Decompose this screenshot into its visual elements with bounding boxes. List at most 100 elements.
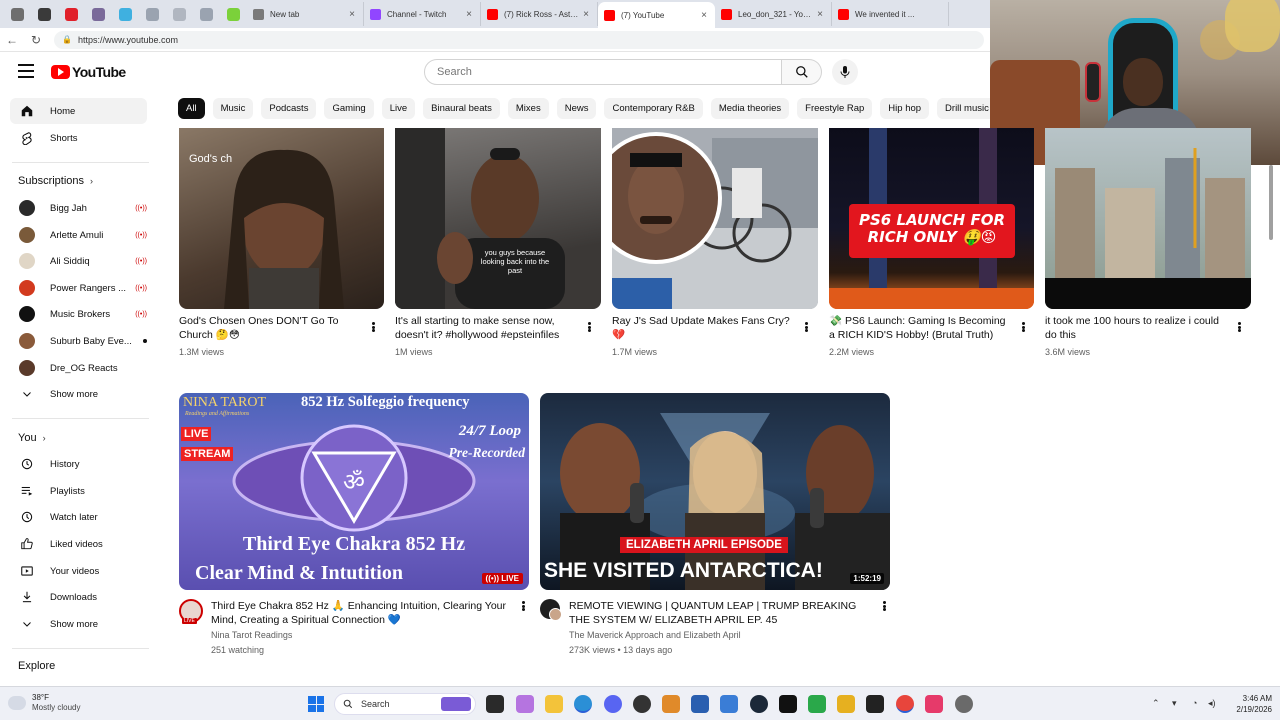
more-options-icon[interactable] [1019,320,1027,334]
chip-hip-hop[interactable]: Hip hop [880,98,930,119]
close-icon[interactable]: × [581,9,591,20]
video-thumbnail[interactable]: ELIZABETH APRIL EPISODE SHE VISITED ANTA… [540,393,890,590]
browser-tab[interactable]: Leo_don_321 - YouTub...× [715,2,832,26]
more-options-icon[interactable] [519,599,527,613]
chip-mixes[interactable]: Mixes [507,98,549,119]
more-options-icon[interactable] [369,320,377,334]
scrollbar-thumb[interactable] [1269,165,1273,240]
video-card[interactable]: it took me 100 hours to realize i could … [1045,128,1251,358]
browser-tab-active[interactable]: (7) YouTube × [598,2,715,28]
you-heading[interactable]: You › [18,432,46,444]
chip-music[interactable]: Music [212,98,254,119]
close-icon[interactable]: × [815,9,825,20]
settings-icon[interactable] [955,695,973,713]
video-thumbnail[interactable]: PS6 LAUNCH FOR RICH ONLY 🤑😡 [829,128,1034,309]
app-icon[interactable] [837,695,855,713]
app-icon[interactable] [925,695,943,713]
chip-media-theories[interactable]: Media theories [710,98,790,119]
pinned-tab[interactable] [139,3,166,25]
url-field[interactable]: 🔒 https://www.youtube.com [54,30,984,49]
search-button[interactable] [782,59,822,85]
reload-icon[interactable]: ↻ [24,33,48,47]
video-card[interactable]: you guys because looking back into the p… [395,128,601,358]
close-icon[interactable]: × [699,10,709,21]
volume-icon[interactable]: ◂) [1208,698,1216,709]
start-button[interactable] [308,696,324,712]
video-title[interactable]: It's all starting to make sense now, doe… [395,314,580,344]
video-title[interactable]: it took me 100 hours to realize i could … [1045,314,1230,344]
video-thumbnail[interactable]: God's ch [179,128,384,309]
edge-icon[interactable] [574,695,592,713]
youtube-logo[interactable]: YouTube [51,64,126,80]
sidebar-item-history[interactable]: History [10,451,147,477]
sidebar-show-more[interactable]: Show more [10,381,147,407]
chip-contemporary-rnb[interactable]: Contemporary R&B [604,98,703,119]
sidebar-item-subscription[interactable]: Arlette Amuli ((•)) [10,222,147,248]
chrome-icon[interactable] [896,695,914,713]
browser-tab[interactable]: New tab × [247,2,364,26]
sidebar-item-downloads[interactable]: Downloads [10,584,147,610]
wifi-icon[interactable]: ◔ [1192,698,1197,708]
pinned-tab[interactable] [85,3,112,25]
video-thumbnail[interactable] [612,128,818,309]
video-title[interactable]: God's Chosen Ones DON'T Go To Church 🤔😳 [179,314,364,344]
close-icon[interactable]: × [464,9,474,20]
task-view-icon[interactable] [486,695,504,713]
video-title[interactable]: REMOTE VIEWING | QUANTUM LEAP | TRUMP BR… [569,599,874,629]
more-options-icon[interactable] [880,599,888,613]
voice-search-button[interactable] [832,59,858,85]
browser-tab[interactable]: We invented it ... [832,2,949,26]
menu-icon[interactable] [18,64,34,78]
video-thumbnail[interactable] [1045,128,1251,309]
tiktok-icon[interactable] [779,695,797,713]
pinned-tab[interactable] [166,3,193,25]
video-card[interactable]: ॐ NINA TAROT Readings and Affirmations 8… [179,393,530,658]
more-options-icon[interactable] [585,320,593,334]
browser-tab[interactable]: (7) Rick Ross - Aston M...× [481,2,598,26]
chip-news[interactable]: News [556,98,597,119]
video-title[interactable]: Ray J's Sad Update Makes Fans Cry? 💔 [612,314,797,344]
chip-gaming[interactable]: Gaming [324,98,374,119]
subscriptions-heading[interactable]: Subscriptions › [18,175,93,187]
sidebar-item-subscription[interactable]: Dre_OG Reacts [10,355,147,381]
chip-all[interactable]: All [178,98,205,119]
back-icon[interactable]: ← [0,33,24,47]
xbox-icon[interactable] [808,695,826,713]
chip-binaural-beats[interactable]: Binaural beats [423,98,500,119]
video-card[interactable]: Ray J's Sad Update Makes Fans Cry? 💔 1.7… [612,128,818,358]
pinned-tab[interactable] [193,3,220,25]
mail-icon[interactable] [720,695,738,713]
sidebar-item-your-videos[interactable]: Your videos [10,558,147,584]
pinned-tab[interactable] [31,3,58,25]
channel-avatar[interactable] [549,608,562,621]
app-icon[interactable] [662,695,680,713]
more-options-icon[interactable] [1235,320,1243,334]
sidebar-item-subscription[interactable]: Power Rangers ... ((•)) [10,275,147,301]
video-title[interactable]: Third Eye Chakra 852 Hz 🙏 Enhancing Intu… [211,599,511,629]
chip-podcasts[interactable]: Podcasts [261,98,317,119]
steam-icon[interactable] [750,695,768,713]
app-tray-icon[interactable]: ▾ [1172,698,1177,709]
app-icon[interactable] [866,695,884,713]
video-card[interactable]: God's ch God's Chosen Ones DON'T Go To C… [179,128,385,358]
sidebar-item-watch-later[interactable]: Watch later [10,504,147,530]
video-thumbnail[interactable]: ॐ NINA TAROT Readings and Affirmations 8… [179,393,529,590]
page-scrollbar[interactable] [1268,165,1274,680]
sidebar-item-subscription[interactable]: Suburb Baby Eve... [10,328,147,354]
discord-icon[interactable] [604,695,622,713]
chip-freestyle-rap[interactable]: Freestyle Rap [797,98,873,119]
video-card[interactable]: PS6 LAUNCH FOR RICH ONLY 🤑😡 💸 PS6 Launch… [829,128,1035,358]
video-card[interactable]: ELIZABETH APRIL EPISODE SHE VISITED ANTA… [540,393,891,658]
search-input[interactable] [424,59,782,85]
sidebar-item-liked-videos[interactable]: Liked videos [10,531,147,557]
sidebar-show-more[interactable]: Show more [10,611,147,637]
chip-live[interactable]: Live [381,98,416,119]
pinned-tab[interactable] [220,3,247,25]
chip-drill-music[interactable]: Drill music [937,98,990,119]
taskbar-search[interactable]: Search [334,693,476,715]
video-title[interactable]: 💸 PS6 Launch: Gaming Is Becoming a RICH … [829,314,1014,344]
browser-tab[interactable]: Channel - Twitch × [364,2,481,26]
chevron-up-icon[interactable]: ⌃ [1152,698,1160,709]
pinned-tab[interactable] [4,3,31,25]
sidebar-item-home[interactable]: Home [10,98,147,124]
